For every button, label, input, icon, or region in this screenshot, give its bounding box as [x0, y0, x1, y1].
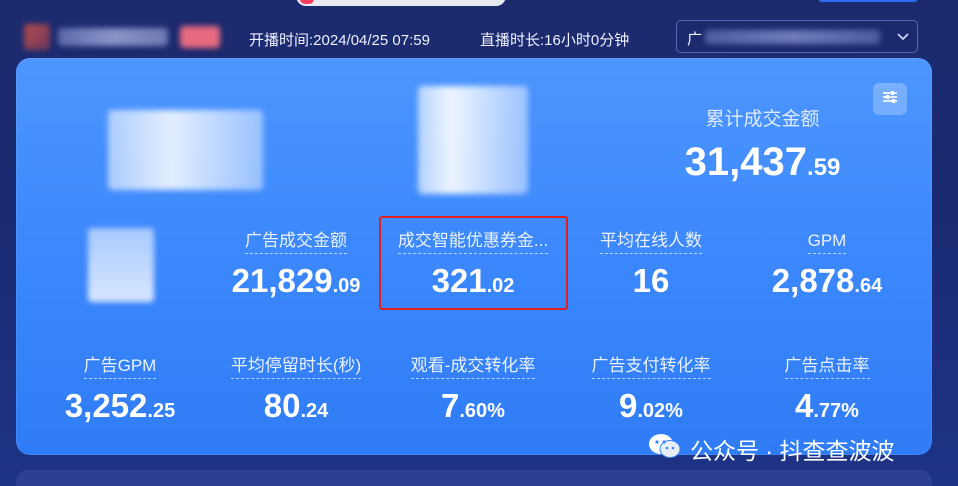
live-start-value: 2024/04/25 07:59 — [313, 32, 430, 49]
metric-int: 16 — [632, 262, 670, 299]
metric-int: 7 — [441, 387, 460, 424]
metric-value: 7.60% — [388, 387, 558, 430]
metric-dec: .09 — [332, 275, 361, 297]
next-panel-edge — [16, 470, 932, 486]
anchor-name-redacted — [58, 28, 168, 46]
metric-dec: .25 — [147, 400, 176, 422]
top-bar: 开播时间:2024/04/25 07:59 直播时长:16小时0分钟 广 — [0, 0, 958, 58]
highlight-box — [379, 216, 568, 310]
metric-int: 4 — [795, 387, 814, 424]
metric-value: 9.02% — [566, 387, 736, 430]
live-duration: 直播时长:16小时0分钟 — [480, 29, 629, 50]
metric-value: 2,878.64 — [742, 262, 912, 305]
redacted-metric — [88, 228, 154, 302]
redacted-metric-value — [108, 110, 263, 190]
room-select[interactable]: 广 — [676, 20, 918, 53]
anchor-badge-redacted — [180, 26, 220, 48]
metric-avg-online[interactable]: 平均在线人数 16 — [566, 230, 736, 305]
metric-label: 广告支付转化率 — [591, 355, 711, 379]
metric-value: 3,252.25 — [35, 387, 205, 430]
metric-int: 9 — [619, 387, 638, 424]
live-start-time: 开播时间:2024/04/25 07:59 — [249, 29, 430, 50]
metric-value: 80.24 — [211, 387, 381, 430]
metric-view-conversion[interactable]: 观看-成交转化率 7.60% — [388, 355, 558, 430]
chevron-down-icon — [897, 27, 909, 50]
live-start-label: 开播时间: — [249, 32, 314, 49]
room-select-value-redacted — [705, 30, 880, 44]
metric-ad-pay-conversion[interactable]: 广告支付转化率 9.02% — [566, 355, 736, 430]
room-select-prefix: 广 — [687, 31, 703, 48]
sliders-icon — [881, 89, 899, 110]
metric-dec: .24 — [300, 400, 329, 422]
metric-ad-gmv[interactable]: 广告成交金额 21,829.09 — [211, 230, 381, 305]
total-gmv-value: 31,437.59 — [660, 140, 865, 185]
metric-ad-ctr[interactable]: 广告点击率 4.77% — [742, 355, 912, 430]
metric-label: 广告成交金额 — [245, 230, 347, 254]
redacted-metric-value — [418, 86, 528, 194]
watermark-text: 公众号 · 抖查查波波 — [690, 438, 895, 464]
total-gmv-dec: .59 — [806, 154, 841, 181]
duration-value: 16小时0分钟 — [544, 32, 630, 49]
settings-button[interactable] — [873, 83, 907, 115]
metric-dec: .77% — [813, 400, 859, 422]
anchor-avatar[interactable] — [24, 24, 50, 50]
metric-int: 80 — [263, 387, 301, 424]
metric-label: GPM — [807, 230, 847, 254]
watermark: 公众号 · 抖查查波波 — [648, 432, 894, 466]
metric-label: 平均在线人数 — [600, 230, 702, 254]
total-gmv-label: 累计成交金额 — [705, 109, 820, 130]
metric-int: 3,252 — [64, 387, 148, 424]
duration-label: 直播时长: — [480, 32, 545, 49]
metric-value: 16 — [566, 262, 736, 305]
metric-avg-stay[interactable]: 平均停留时长(秒) 80.24 — [211, 355, 381, 430]
metric-ad-gpm[interactable]: 广告GPM 3,252.25 — [35, 355, 205, 430]
metric-int: 2,878 — [771, 262, 855, 299]
metric-label: 观看-成交转化率 — [410, 355, 536, 379]
metric-value: 21,829.09 — [211, 262, 381, 305]
metric-dec: .64 — [854, 275, 883, 297]
app-logo — [296, 0, 506, 6]
metric-int: 21,829 — [231, 262, 333, 299]
metric-value: 4.77% — [742, 387, 912, 430]
metric-label: 广告GPM — [83, 355, 157, 379]
metric-dec: .60% — [459, 400, 505, 422]
metric-dec: .02% — [637, 400, 683, 422]
metric-label: 广告点击率 — [784, 355, 870, 379]
metric-label: 平均停留时长(秒) — [230, 355, 362, 379]
metric-gpm[interactable]: GPM 2,878.64 — [742, 230, 912, 305]
total-gmv-int: 31,437 — [684, 140, 807, 184]
top-action-button[interactable] — [818, 0, 918, 2]
wechat-icon — [648, 432, 682, 466]
